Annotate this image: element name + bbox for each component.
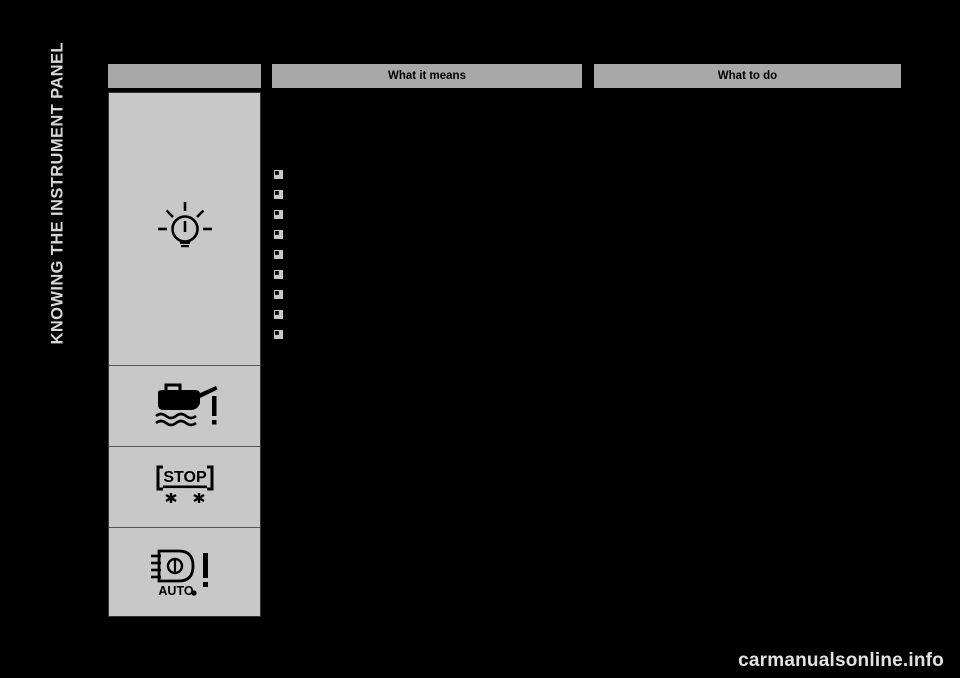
column-header-what-it-means-label: What it means bbox=[388, 70, 466, 82]
list-item bbox=[274, 270, 283, 279]
svg-text:STOP: STOP bbox=[163, 469, 207, 486]
column-header-what-it-means: What it means bbox=[272, 64, 582, 88]
what-it-means-bullet-list bbox=[274, 170, 294, 350]
engine-oil-level-low-icon bbox=[146, 378, 224, 434]
exterior-light-failure-icon bbox=[154, 198, 216, 260]
brake-pad-stop-icon: STOP bbox=[154, 463, 216, 511]
list-item bbox=[274, 170, 283, 179]
list-item bbox=[274, 230, 283, 239]
column-header-what-to-do-label: What to do bbox=[717, 70, 778, 82]
list-item bbox=[274, 290, 283, 299]
list-item bbox=[274, 310, 283, 319]
chapter-title-label: KNOWING THE INSTRUMENT PANEL bbox=[48, 42, 67, 345]
manual-page: KNOWING THE INSTRUMENT PANEL What it mea… bbox=[0, 0, 960, 678]
list-item bbox=[274, 210, 283, 219]
auto-headlight-fault-icon: AUTO bbox=[149, 541, 221, 603]
watermark: carmanualsonline.info bbox=[738, 650, 944, 671]
table-row bbox=[109, 366, 260, 447]
list-item bbox=[274, 250, 283, 259]
column-header-what-to-do: What to do bbox=[594, 64, 901, 88]
table-row: STOP bbox=[109, 447, 260, 528]
table-row bbox=[109, 93, 260, 366]
table-row: AUTO bbox=[109, 528, 260, 616]
symbol-column-table: STOP AUTO bbox=[108, 92, 261, 617]
list-item bbox=[274, 330, 283, 339]
list-item bbox=[274, 190, 283, 199]
chapter-title: KNOWING THE INSTRUMENT PANEL bbox=[0, 0, 100, 420]
auto-label: AUTO bbox=[158, 584, 193, 598]
column-header-symbol bbox=[108, 64, 261, 88]
